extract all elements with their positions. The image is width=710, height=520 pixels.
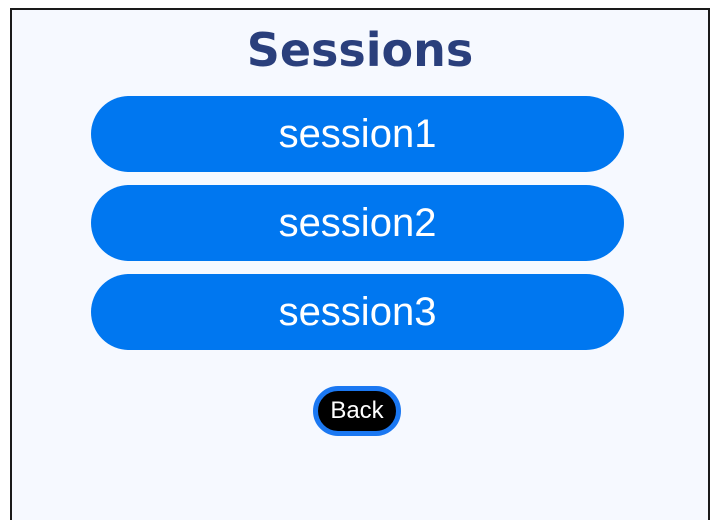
sessions-panel: Sessions session1 session2 session3 Back (10, 8, 710, 520)
page-title: Sessions (246, 23, 474, 77)
back-button[interactable]: Back (313, 386, 401, 436)
session-button-1[interactable]: session1 (91, 96, 624, 172)
session-list: session1 session2 session3 (91, 96, 624, 363)
session-button-2[interactable]: session2 (91, 185, 624, 261)
session-button-3[interactable]: session3 (91, 274, 624, 350)
